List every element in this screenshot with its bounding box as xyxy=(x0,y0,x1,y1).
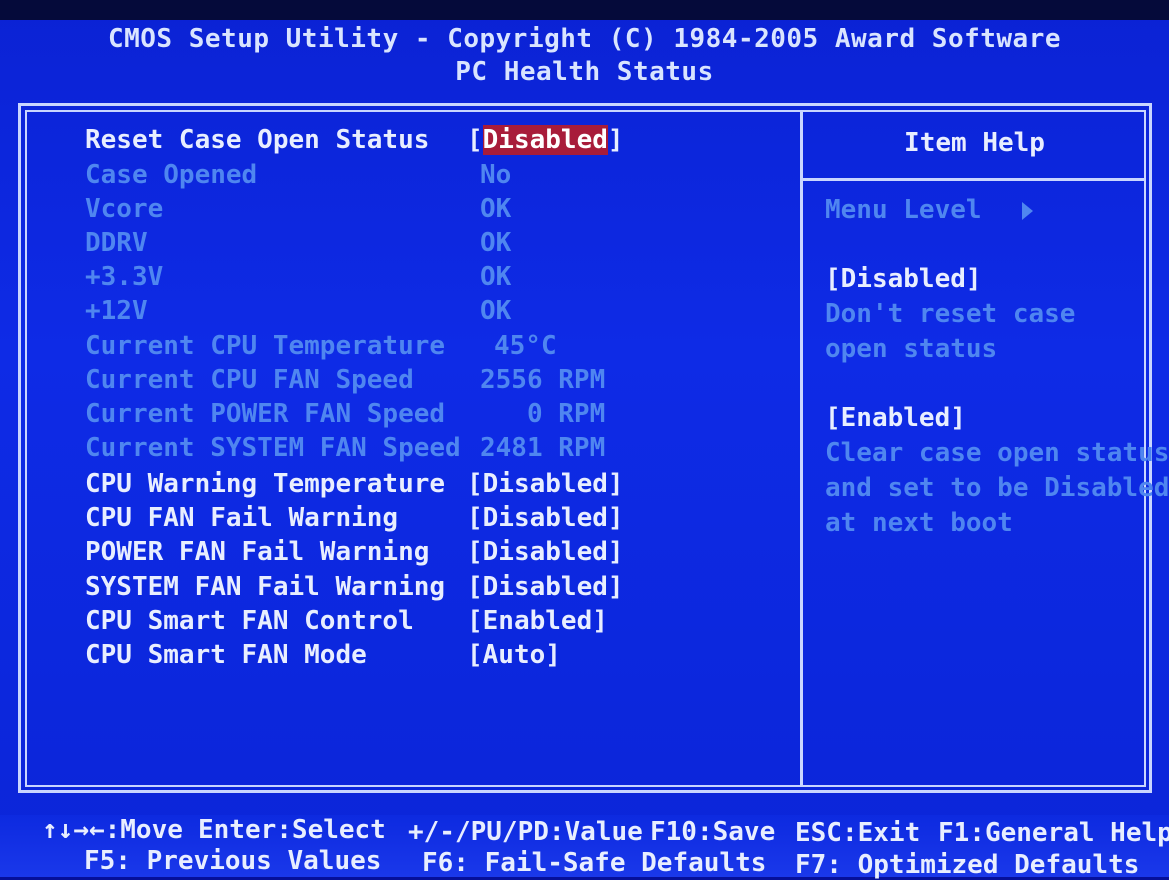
menu-level-label: Menu Level xyxy=(825,195,982,225)
right-triangle-icon xyxy=(1021,201,1033,220)
status-label: Vcore xyxy=(85,194,164,224)
utility-title: CMOS Setup Utility - Copyright (C) 1984-… xyxy=(107,24,1062,54)
setting-label: CPU Warning Temperature xyxy=(85,469,446,499)
status-value: 0 RPM xyxy=(480,399,606,429)
hint-previous-values: F5: Previous Values xyxy=(84,846,382,876)
hint-optimized: F7: Optimized Defaults xyxy=(795,850,1140,880)
status-label: Case Opened xyxy=(85,160,258,190)
monitor-bezel xyxy=(0,0,1169,20)
setting-value[interactable]: [Enabled] xyxy=(467,606,608,636)
status-value: OK xyxy=(480,262,512,292)
selected-value-highlight[interactable]: Disabled xyxy=(482,125,608,155)
status-value: OK xyxy=(480,296,512,326)
status-value: 2556 RPM xyxy=(480,365,606,395)
help-option-disabled: [Disabled] xyxy=(825,264,982,294)
setting-label: POWER FAN Fail Warning xyxy=(85,537,430,567)
help-option-enabled: [Enabled] xyxy=(825,403,966,433)
setting-value[interactable]: [Disabled] xyxy=(467,125,624,155)
setting-label: SYSTEM FAN Fail Warning xyxy=(85,572,446,602)
setting-value[interactable]: [Disabled] xyxy=(467,572,624,602)
hint-fail-safe: F6: Fail-Safe Defaults xyxy=(422,848,767,878)
hint-save: F10:Save xyxy=(650,817,776,847)
status-label: DDRV xyxy=(85,228,148,258)
status-value: 2481 RPM xyxy=(480,433,606,463)
setting-value[interactable]: [Disabled] xyxy=(467,537,624,567)
setting-label: CPU Smart FAN Mode xyxy=(85,640,367,670)
help-desc-line: and set to be Disabled xyxy=(825,473,1169,503)
status-label: Current CPU Temperature xyxy=(85,331,446,361)
help-desc-line: open status xyxy=(825,334,998,364)
setting-label: Reset Case Open Status xyxy=(85,125,430,155)
help-desc-line: at next boot xyxy=(825,508,1013,538)
setting-label: CPU Smart FAN Control xyxy=(85,606,414,636)
help-title-divider xyxy=(803,178,1146,181)
footer-keys: ↑↓→←:Move Enter:Select +/-/PU/PD:Value F… xyxy=(0,815,1169,880)
status-label: Current POWER FAN Speed xyxy=(85,399,446,429)
status-value: OK xyxy=(480,228,512,258)
hint-value: +/-/PU/PD:Value xyxy=(408,817,643,847)
help-desc-line: Don't reset case xyxy=(825,299,1076,329)
hint-move: ↑↓→←:Move xyxy=(42,815,183,845)
panel-divider xyxy=(800,110,803,787)
bios-screen: CMOS Setup Utility - Copyright (C) 1984-… xyxy=(0,0,1169,880)
setting-value[interactable]: [Auto] xyxy=(467,640,561,670)
setting-value[interactable]: [Disabled] xyxy=(467,469,624,499)
item-help-title: Item Help xyxy=(904,128,1045,158)
setting-value[interactable]: [Disabled] xyxy=(467,503,624,533)
status-label: +12V xyxy=(85,296,148,326)
hint-help: F1:General Help xyxy=(938,818,1169,848)
hint-select: Enter:Select xyxy=(198,815,386,845)
help-desc-line: Clear case open status xyxy=(825,438,1169,468)
status-label: Current CPU FAN Speed xyxy=(85,365,414,395)
status-value: No xyxy=(480,160,512,190)
menu-level: Menu Level xyxy=(825,195,1033,225)
status-label: +3.3V xyxy=(85,262,164,292)
page-title: PC Health Status xyxy=(455,57,714,87)
status-value: OK xyxy=(480,194,512,224)
hint-exit: ESC:Exit xyxy=(795,818,921,848)
status-value: 45°C xyxy=(494,331,557,361)
status-label: Current SYSTEM FAN Speed xyxy=(85,433,461,463)
setting-label: CPU FAN Fail Warning xyxy=(85,503,399,533)
